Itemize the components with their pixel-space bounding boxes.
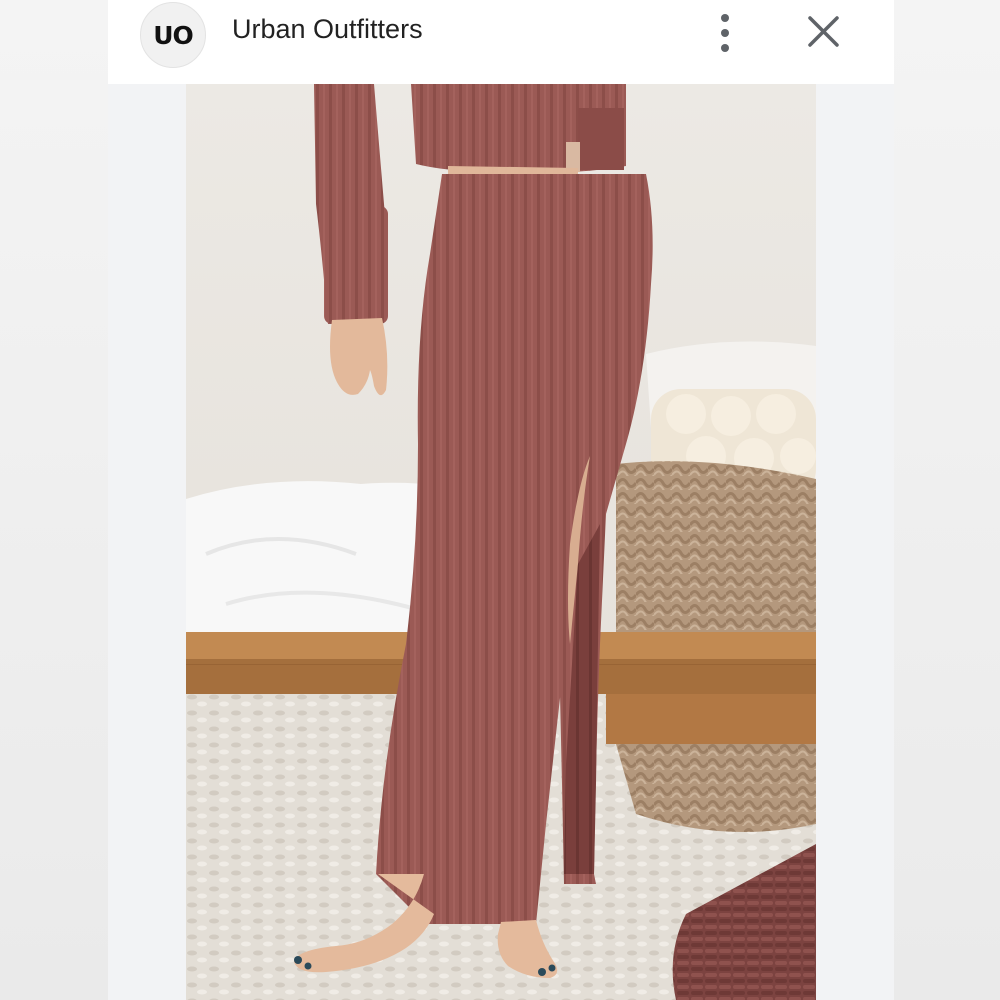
brand-logo[interactable]: UO <box>140 2 206 68</box>
brand-title: Urban Outfitters <box>232 14 423 44</box>
background-right <box>894 0 1000 1000</box>
product-photo[interactable] <box>186 84 816 1000</box>
close-icon[interactable] <box>802 10 846 54</box>
more-vert-icon[interactable] <box>706 12 746 54</box>
preview-sheet: UO Urban Outfitters <box>108 0 894 1000</box>
background-left <box>0 0 108 1000</box>
header-bar: UO Urban Outfitters <box>108 0 894 84</box>
